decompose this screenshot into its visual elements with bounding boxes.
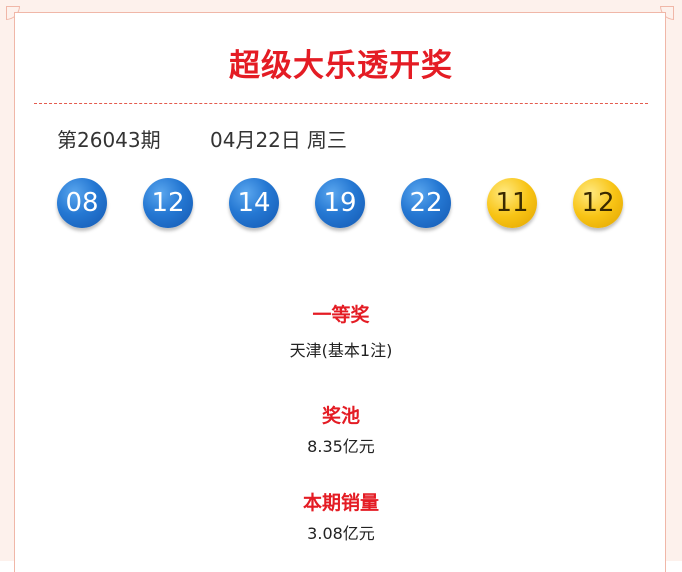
sales-label: 本期销量 [302, 492, 379, 514]
first-prize-label: 一等奖 [312, 304, 370, 326]
dashed-divider [34, 103, 648, 104]
page-frame: 超级大乐透开奖 第26043期 04月22日 周三 08 12 14 19 22 … [0, 0, 682, 572]
draw-date: 04月22日 周三 [210, 124, 347, 153]
page-title: 超级大乐透开奖 [229, 48, 453, 84]
back-ball-2: 12 [573, 178, 623, 228]
front-ball-5: 22 [401, 178, 451, 228]
prize-pool-value: 8.35亿元 [307, 437, 375, 456]
draw-date-day: 04月22日 [210, 128, 301, 152]
front-ball-4: 19 [315, 178, 365, 228]
front-ball-1: 08 [57, 178, 107, 228]
front-ball-2: 12 [143, 178, 193, 228]
prize-pool-label: 奖池 [321, 405, 360, 427]
draw-issue-number: 第26043期 [57, 128, 161, 152]
draw-weekday: 周三 [306, 128, 347, 152]
front-ball-3: 14 [229, 178, 279, 228]
first-prize-value: 天津(基本1注) [289, 341, 393, 360]
back-ball-1: 11 [487, 178, 537, 228]
sales-value: 3.08亿元 [307, 524, 375, 543]
winning-numbers: 08 12 14 19 22 11 12 [0, 178, 682, 230]
